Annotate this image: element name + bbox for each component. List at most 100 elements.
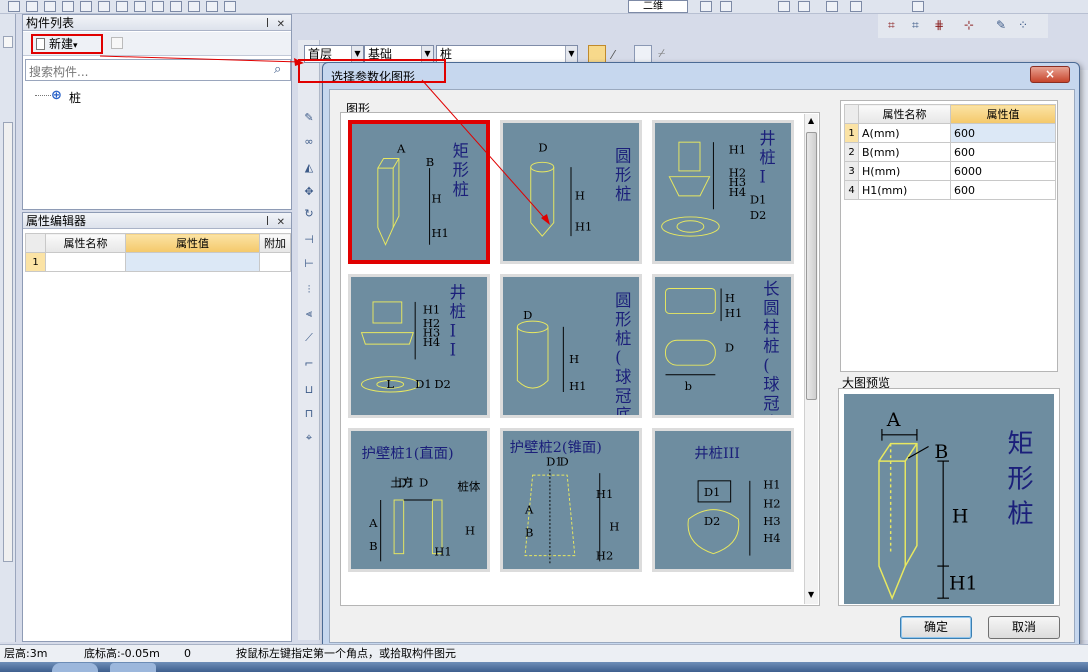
search-icon[interactable]: ⌕ xyxy=(274,62,281,77)
rotate-icon[interactable] xyxy=(700,1,712,12)
pin-icon[interactable]: ꟾ xyxy=(266,215,269,231)
shape-tile[interactable]: 土方 D1 D 桩体 A B H H1 护壁桩1(直面) xyxy=(348,428,490,572)
stretch-icon[interactable]: ⟋ xyxy=(302,332,316,344)
prop-value-cell[interactable]: 600 xyxy=(950,123,1056,143)
report-icon[interactable] xyxy=(224,1,236,12)
layer-icon[interactable] xyxy=(912,1,924,12)
preview-frame: A B H H1 矩形桩 xyxy=(838,388,1060,606)
shape-tile[interactable]: D H H1 圆形桩 xyxy=(500,120,642,264)
search-placeholder: 搜索构件... xyxy=(29,65,89,79)
grid-icon[interactable] xyxy=(170,1,182,12)
prop-value-cell[interactable]: 600 xyxy=(950,180,1056,200)
component-list-title: 构件列表 ꟾ ✕ xyxy=(23,15,291,31)
scroll-down-icon[interactable]: ▼ xyxy=(808,590,814,599)
table-row[interactable]: 2 B(mm) 600 xyxy=(844,142,1056,162)
extend-icon[interactable]: ⊣ xyxy=(302,234,316,246)
close-icon[interactable]: ✕ xyxy=(277,17,285,33)
pencil-icon[interactable]: ✎ xyxy=(302,112,316,124)
prop-value-cell[interactable]: 600 xyxy=(950,142,1056,162)
snap-cross-icon[interactable]: ⌗ xyxy=(912,18,919,33)
corner-cell xyxy=(25,233,46,253)
snap-pen-icon[interactable]: ✎ xyxy=(996,18,1006,32)
prop-name-cell: A(mm) xyxy=(858,123,951,143)
taskbar-button[interactable] xyxy=(52,663,98,672)
brush-icon[interactable]: ⁄ xyxy=(612,48,614,62)
view-mode-tab[interactable]: 二维 xyxy=(628,0,688,13)
pile-icon: ⊕ xyxy=(51,88,62,103)
paste-icon[interactable] xyxy=(116,1,128,12)
type-select[interactable]: 桩 ▼ xyxy=(436,45,578,63)
eyedropper-icon[interactable]: ⌿ xyxy=(658,46,665,61)
refresh-icon[interactable] xyxy=(850,1,862,12)
taskbar-button[interactable] xyxy=(110,663,156,672)
shape-dimension-label: H3 xyxy=(763,514,780,528)
shape-dimension-label: H1 xyxy=(434,545,451,559)
copy-icon[interactable] xyxy=(98,1,110,12)
property-toggle-icon[interactable] xyxy=(588,45,606,63)
new-file-icon[interactable] xyxy=(8,1,20,12)
property-name-cell[interactable] xyxy=(45,252,126,272)
shape-tile[interactable]: D H H1 圆形桩(球冠底) xyxy=(500,274,642,418)
left-dock-strip xyxy=(0,14,16,642)
snap-axis-icon[interactable]: ⋕ xyxy=(934,18,944,32)
prop-value-cell[interactable]: 6000 xyxy=(950,161,1056,181)
mirror-icon[interactable]: ◭ xyxy=(302,162,316,174)
scroll-up-icon[interactable]: ▲ xyxy=(808,116,814,125)
offset-icon[interactable]: ⫷ xyxy=(302,308,316,320)
open-file-icon[interactable] xyxy=(26,1,38,12)
zoom-out-icon[interactable] xyxy=(798,1,810,12)
shape-tile[interactable]: D1 D2 H1 H2 H3 H4 井桩III xyxy=(652,428,794,572)
table-row[interactable]: 1 A(mm) 600 xyxy=(844,123,1056,143)
break-icon[interactable]: ⌐ xyxy=(302,358,316,370)
chart-icon[interactable] xyxy=(206,1,218,12)
rotate-icon[interactable]: ↻ xyxy=(302,208,316,220)
row-number: 1 xyxy=(25,252,46,272)
pin-icon[interactable]: ꟾ xyxy=(266,17,269,33)
move-icon[interactable]: ✥ xyxy=(302,186,316,198)
merge-icon[interactable]: ⊔ xyxy=(302,384,316,396)
close-button[interactable]: × xyxy=(1030,66,1070,83)
table-row[interactable]: 4 H1(mm) 600 xyxy=(844,180,1056,200)
property-value-cell[interactable] xyxy=(125,252,260,272)
snap-dot-icon[interactable]: ⁘ xyxy=(1018,18,1028,32)
dock-tab[interactable] xyxy=(3,36,13,48)
pan-icon[interactable] xyxy=(826,1,838,12)
ok-button[interactable]: 确定 xyxy=(900,616,972,639)
save-icon[interactable] xyxy=(44,1,56,12)
cut-icon[interactable] xyxy=(80,1,92,12)
table-row[interactable]: 3 H(mm) 6000 xyxy=(844,161,1056,181)
close-icon[interactable]: ✕ xyxy=(277,215,285,231)
redo-icon[interactable] xyxy=(152,1,164,12)
property-extra-cell[interactable] xyxy=(259,252,291,272)
preview-image: A B H H1 矩形桩 xyxy=(844,394,1054,604)
snap-grid-icon[interactable]: ⌗ xyxy=(888,18,895,33)
tree-item-pile[interactable]: ⊕ 桩 xyxy=(35,87,235,105)
new-component-button[interactable]: 新建▾ xyxy=(31,34,103,54)
table-icon[interactable] xyxy=(188,1,200,12)
print-icon[interactable] xyxy=(62,1,74,12)
table-row[interactable]: 1 xyxy=(25,252,291,272)
scroll-thumb[interactable] xyxy=(806,132,817,400)
link-icon[interactable]: ∞ xyxy=(302,136,316,148)
split-icon[interactable]: ⊓ xyxy=(302,408,316,420)
shape-props-table: 属性名称 属性值 1 A(mm) 600 2 B(mm) 600 3 H(mm) 6000 4 H1… xyxy=(844,104,1056,200)
shape-tile[interactable]: H1 H2 H3 H4 D1 D2 井桩 I xyxy=(652,120,794,264)
shape-tile[interactable]: HH1 Db 长圆柱桩(球冠底) xyxy=(652,274,794,418)
gallery-scrollbar[interactable]: ▲ ▼ xyxy=(804,114,818,604)
shape-dimension-label: D xyxy=(725,341,734,355)
shape-tile[interactable]: H1 H2 H3 H4 L D1 D2 井桩 I I xyxy=(348,274,490,418)
snap-point-icon[interactable]: ⊹ xyxy=(964,18,974,32)
copy-component-icon[interactable] xyxy=(111,37,123,49)
measure-icon[interactable]: ⌖ xyxy=(302,432,316,444)
list-icon[interactable] xyxy=(634,45,652,63)
shape-tile[interactable]: A B H H1 矩形桩 xyxy=(348,120,490,264)
search-input[interactable]: 搜索构件... ⌕ xyxy=(25,59,291,81)
zoom-icon[interactable] xyxy=(720,1,732,12)
cancel-button[interactable]: 取消 xyxy=(988,616,1060,639)
align-icon[interactable]: ⫶ xyxy=(302,284,316,296)
shape-tile[interactable]: D1 D H1 A B H H2 护壁桩2(锥面) xyxy=(500,428,642,572)
trim-icon[interactable]: ⊢ xyxy=(302,258,316,270)
undo-icon[interactable] xyxy=(134,1,146,12)
zoom-in-icon[interactable] xyxy=(778,1,790,12)
left-scrollbar[interactable] xyxy=(3,122,13,562)
